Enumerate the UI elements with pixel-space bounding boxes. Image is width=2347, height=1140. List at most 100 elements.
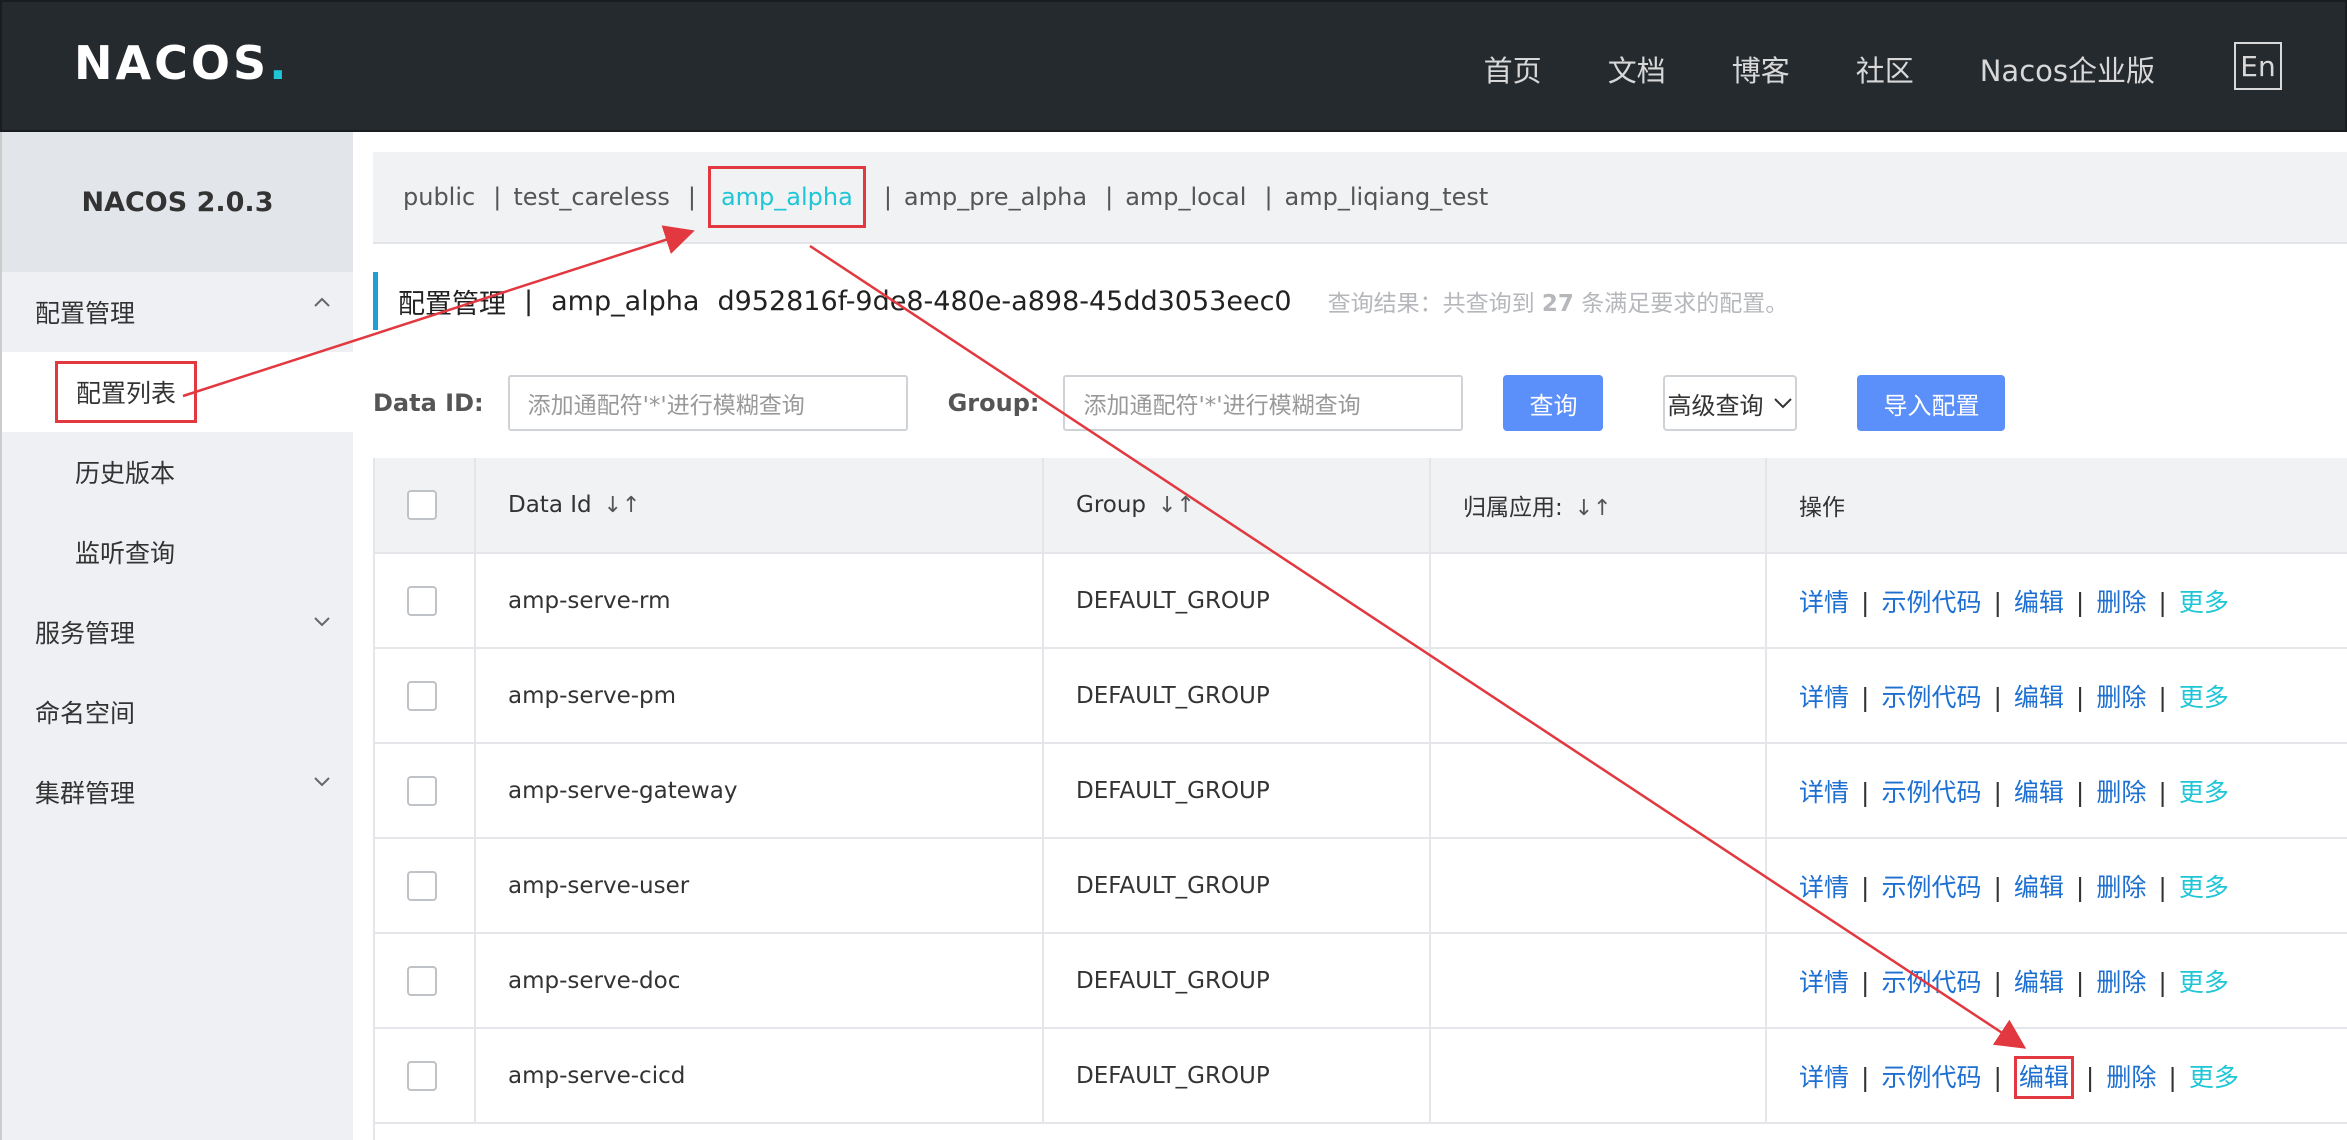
namespace-test-careless[interactable]: test_careless (513, 183, 670, 211)
delete-link[interactable]: 删除 (2096, 873, 2146, 902)
row-select-cell (375, 1028, 476, 1124)
config-table: Data Id ↓↑ Group ↓↑ 归属应用: ↓↑ 操作 amp-serve-r… (373, 458, 2347, 1140)
edit-link[interactable]: 编辑 (2014, 778, 2064, 807)
title-namespace: amp_alpha (551, 285, 700, 317)
row-checkbox[interactable] (407, 1060, 437, 1091)
chevron-up-icon (314, 297, 330, 307)
row-select-cell (375, 648, 476, 744)
sort-icon[interactable]: ↓↑ (1158, 493, 1195, 518)
sort-icon[interactable]: ↓↑ (1575, 496, 1612, 521)
sidebar-item-history[interactable]: 历史版本 (2, 432, 353, 512)
app-cell (1430, 648, 1767, 744)
column-label: Data Id (508, 492, 592, 518)
edit-link[interactable]: 编辑 (2014, 873, 2064, 902)
namespace-amp-liqiang-test[interactable]: amp_liqiang_test (1285, 183, 1489, 211)
more-link[interactable]: 更多 (2179, 873, 2229, 902)
sample-code-link[interactable]: 示例代码 (1881, 588, 1981, 617)
delete-link[interactable]: 删除 (2096, 968, 2146, 997)
sidebar-item-config-management[interactable]: 配置管理 (2, 272, 353, 352)
more-link[interactable]: 更多 (2179, 968, 2229, 997)
row-checkbox[interactable] (407, 680, 437, 711)
sidebar-item-cluster-management[interactable]: 集群管理 (2, 752, 353, 832)
ops-cell: 详情 | 示例代码 | 编辑 | 删除 | 更多 (1766, 838, 2347, 934)
nav-blog[interactable]: 博客 (1732, 48, 1790, 90)
more-link[interactable]: 更多 (2189, 1063, 2239, 1092)
op-separator: | (2075, 682, 2085, 712)
delete-link[interactable]: 删除 (2096, 778, 2146, 807)
namespace-amp-local[interactable]: amp_local (1125, 183, 1246, 211)
sample-code-link[interactable]: 示例代码 (1881, 683, 1981, 712)
nav-community[interactable]: 社区 (1856, 48, 1914, 90)
sidebar-item-label: 服务管理 (35, 619, 136, 648)
namespace-separator: | (687, 183, 696, 211)
app-cell (1430, 1028, 1767, 1124)
delete-link[interactable]: 删除 (2096, 683, 2146, 712)
advanced-query-label: 高级查询 (1667, 391, 1764, 420)
delete-link[interactable]: 删除 (2096, 588, 2146, 617)
detail-link[interactable]: 详情 (1799, 588, 1849, 617)
nav-enterprise[interactable]: Nacos企业版 (1980, 48, 2155, 90)
edit-link[interactable]: 编辑 (2013, 1055, 2074, 1099)
detail-link[interactable]: 详情 (1799, 778, 1849, 807)
more-link[interactable]: 更多 (2179, 683, 2229, 712)
sidebar-item-service-management[interactable]: 服务管理 (2, 592, 353, 672)
nacos-logo[interactable]: NACOS. (74, 36, 290, 90)
edit-link[interactable]: 编辑 (2014, 588, 2064, 617)
row-select-cell (375, 743, 476, 839)
import-config-button[interactable]: 导入配置 (1857, 375, 2006, 431)
detail-link[interactable]: 详情 (1799, 873, 1849, 902)
title-section: 配置管理 (398, 288, 506, 320)
sort-icon[interactable]: ↓↑ (604, 493, 641, 518)
delete-link[interactable]: 删除 (2106, 1063, 2156, 1092)
sample-code-link[interactable]: 示例代码 (1881, 1063, 1981, 1092)
advanced-query-button[interactable]: 高级查询 (1663, 375, 1798, 431)
group-cell: DEFAULT_GROUP (1043, 743, 1431, 839)
op-separator: | (1993, 967, 2002, 997)
data-id-cell: amp-serve-user (475, 838, 1044, 934)
data-id-cell: amp-serve-gateway (475, 743, 1044, 839)
language-toggle-button[interactable]: En (2234, 42, 2282, 90)
op-separator: | (2158, 777, 2167, 807)
group-cell: DEFAULT_GROUP (1043, 648, 1431, 744)
column-app[interactable]: 归属应用: ↓↑ (1430, 458, 1767, 554)
sample-code-link[interactable]: 示例代码 (1881, 778, 1981, 807)
row-checkbox[interactable] (407, 965, 437, 996)
result-prefix: 查询结果：共查询到 (1327, 291, 1535, 317)
op-separator: | (1993, 872, 2002, 902)
sidebar-item-namespace[interactable]: 命名空间 (2, 672, 353, 752)
namespace-amp-pre-alpha[interactable]: amp_pre_alpha (904, 183, 1087, 211)
nav-home[interactable]: 首页 (1484, 48, 1542, 90)
op-separator: | (1861, 1062, 1870, 1092)
detail-link[interactable]: 详情 (1799, 1063, 1849, 1092)
detail-link[interactable]: 详情 (1799, 683, 1849, 712)
column-data-id[interactable]: Data Id ↓↑ (475, 458, 1044, 554)
namespace-amp-alpha[interactable]: amp_alpha (707, 166, 866, 228)
title-separator: | (524, 285, 534, 317)
detail-link[interactable]: 详情 (1799, 968, 1849, 997)
nav-docs[interactable]: 文档 (1608, 48, 1666, 90)
sidebar-item-config-list[interactable]: 配置列表 (2, 352, 353, 432)
sidebar-item-listener-query[interactable]: 监听查询 (2, 512, 353, 592)
query-button[interactable]: 查询 (1503, 375, 1604, 431)
select-all-checkbox[interactable] (407, 490, 437, 520)
app-cell (1430, 553, 1767, 649)
sidebar: NACOS 2.0.3 配置管理 配置列表 历史版本 监听查询 服务管理 命名空… (0, 132, 353, 1140)
row-checkbox[interactable] (407, 585, 437, 616)
namespace-public[interactable]: public (403, 183, 475, 211)
group-label: Group: (947, 389, 1040, 417)
row-checkbox[interactable] (407, 870, 437, 901)
edit-link[interactable]: 编辑 (2014, 968, 2064, 997)
edit-link[interactable]: 编辑 (2014, 683, 2064, 712)
sample-code-link[interactable]: 示例代码 (1881, 873, 1981, 902)
data-id-label: Data ID: (373, 389, 484, 417)
op-separator: | (1861, 872, 1870, 902)
data-id-input[interactable]: 添加通配符'*'进行模糊查询 (507, 375, 908, 431)
group-input[interactable]: 添加通配符'*'进行模糊查询 (1063, 375, 1464, 431)
more-link[interactable]: 更多 (2179, 588, 2229, 617)
row-checkbox[interactable] (407, 775, 437, 806)
sample-code-link[interactable]: 示例代码 (1881, 968, 1981, 997)
column-group[interactable]: Group ↓↑ (1043, 458, 1431, 554)
chevron-down-icon (314, 777, 330, 787)
more-link[interactable]: 更多 (2179, 778, 2229, 807)
table-row: amp-serve-user DEFAULT_GROUP 详情 | 示例代码 | 编辑 | 删除… (375, 838, 2347, 934)
